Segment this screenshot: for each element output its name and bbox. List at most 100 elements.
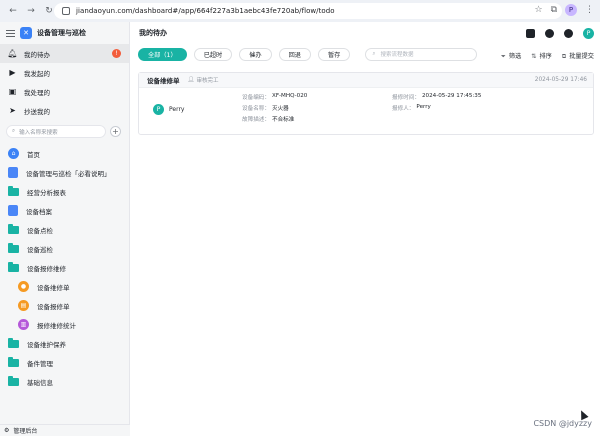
field-value: 2024-05-29 17:45:35 [421, 93, 482, 99]
sidebar-item-basic-info[interactable]: 基础信息 [0, 372, 129, 391]
flow-search-input[interactable]: ⌕ 搜索流程数据 [365, 47, 478, 61]
admin-console-label: 管理后台 [13, 428, 38, 435]
sidebar-item-repair[interactable]: 设备报修维修 [0, 258, 129, 277]
field-key: 报修人： [392, 106, 415, 112]
user-avatar[interactable]: P [583, 28, 594, 39]
sidebar-item-my-todo[interactable]: 🔔︎ 我的待办 ! [0, 44, 129, 63]
tab-all[interactable]: 全部（1） [138, 47, 187, 61]
add-icon[interactable]: + [110, 126, 121, 137]
sidebar-search-row: ⌕ 输入名称来搜索 + [6, 125, 121, 138]
avatar: P [153, 104, 164, 115]
batch-submit-button[interactable]: ⧉ 批量提交 [562, 51, 594, 61]
sort-icon: ⇅ [531, 53, 537, 60]
todo-card[interactable]: 设备维修单 👤︎ 审核完工 2024-05-29 17:46 P Perry 设… [138, 72, 594, 135]
site-info-icon[interactable] [62, 7, 70, 15]
sidebar: ✕ 设备管理与巡检 🔔︎ 我的待办 ! ▶ 我发起的 ▣ 我处理的 ➤ 抄送我的… [0, 22, 130, 436]
folder-icon [8, 242, 19, 253]
sidebar-item-repair-stats[interactable]: ▥ 报修维修统计 [0, 315, 129, 334]
sidebar-item-label: 报修维修统计 [37, 321, 76, 330]
admin-console-link[interactable]: ⚙ 管理后台 [0, 424, 130, 436]
forward-icon[interactable]: → [26, 6, 36, 16]
sidebar-item-inspection[interactable]: 设备巡检 [0, 239, 129, 258]
sidebar-item-label: 我发起的 [24, 69, 50, 78]
extensions-icon[interactable]: ⧉ [551, 5, 557, 15]
address-bar[interactable]: jiandaoyun.com/dashboard#/app/664f227a3b… [54, 3, 562, 19]
browser-actions: ☆ ⧉ P ⋮ [534, 4, 594, 16]
sidebar-item-repair-order[interactable]: ● 设备维修单 [0, 277, 129, 296]
sort-button[interactable]: ⇅ 排序 [531, 51, 552, 61]
batch-icon: ⧉ [561, 53, 567, 60]
field-fault-desc: 故障描述： 不合标准 [242, 115, 392, 123]
sidebar-search-input[interactable]: ⌕ 输入名称来搜索 [6, 125, 106, 138]
toolbar-actions: ⏷ 筛选 ⇅ 排序 ⧉ 批量提交 [501, 51, 594, 61]
todo-card-header: 设备维修单 👤︎ 审核完工 2024-05-29 17:46 [139, 73, 593, 88]
sidebar-item-reports[interactable]: 经营分析报表 [0, 182, 129, 201]
field-key: 故障描述： [242, 117, 270, 123]
star-icon[interactable]: ☆ [534, 5, 542, 15]
back-icon[interactable]: ← [8, 6, 18, 16]
clipboard-circle-icon: ▤ [18, 300, 29, 311]
app-title: 设备管理与巡检 [37, 29, 86, 37]
user-circle-icon: ● [18, 281, 29, 292]
sidebar-item-label: 抄送我的 [24, 107, 50, 116]
sidebar-item-processed[interactable]: ▣ 我处理的 [0, 82, 129, 101]
sidebar-item-label: 设备管理与巡检「必看说明」 [26, 169, 111, 178]
sidebar-item-guide[interactable]: 设备管理与巡检「必看说明」 [0, 163, 129, 182]
folder-icon [8, 185, 19, 196]
browser-toolbar: ← → ↻ jiandaoyun.com/dashboard#/app/664f… [0, 0, 600, 22]
todo-card-node: 👤︎ 审核完工 [188, 76, 219, 84]
filter-label: 筛选 [508, 53, 522, 60]
sidebar-item-label: 设备档案 [26, 207, 52, 216]
field-value: 不合标准 [271, 117, 295, 123]
sidebar-item-spare-parts[interactable]: 备件管理 [0, 353, 129, 372]
field-key: 设备名称： [242, 106, 270, 112]
tab-draft[interactable]: 暂存 [318, 47, 351, 61]
todo-card-node-label: 审核完工 [196, 78, 219, 84]
tab-returned[interactable]: 回退 [278, 47, 311, 61]
todo-card-body: P Perry 设备编码： XF-MHQ-020 报修时间： 2024-05-29 … [139, 88, 593, 135]
folder-icon [8, 337, 19, 348]
tab-overdue[interactable]: 已超时 [193, 47, 233, 61]
bell-icon: 🔔︎ [7, 49, 18, 58]
sidebar-item-label: 设备报修维修 [27, 264, 66, 273]
url-text[interactable]: jiandaoyun.com/dashboard#/app/664f227a3b… [76, 7, 335, 15]
hamburger-icon[interactable] [6, 29, 15, 37]
alert-badge: ! [112, 49, 121, 58]
folder-icon [8, 261, 19, 272]
sidebar-search-placeholder: 输入名称来搜索 [19, 129, 58, 136]
tab-urged[interactable]: 催办 [239, 47, 272, 61]
sidebar-item-initiated[interactable]: ▶ 我发起的 [0, 63, 129, 82]
help-icon[interactable] [564, 29, 573, 38]
sidebar-item-label: 首页 [27, 150, 40, 159]
search-icon: ⌕ [372, 50, 376, 57]
sidebar-item-maintenance[interactable]: 设备维护保养 [0, 334, 129, 353]
sidebar-item-cc[interactable]: ➤ 抄送我的 [0, 101, 129, 120]
filter-button[interactable]: ⏷ 筛选 [501, 51, 521, 61]
sidebar-item-label: 经营分析报表 [27, 188, 66, 197]
owner-name: Perry [169, 106, 185, 113]
header-actions: P [526, 28, 594, 39]
filter-icon: ⏷ [500, 53, 506, 60]
field-key: 设备编码： [242, 95, 270, 101]
sidebar-item-label: 备件管理 [27, 359, 53, 368]
play-icon: ▶ [9, 68, 16, 77]
app-header: ✕ 设备管理与巡检 [0, 22, 129, 44]
book-icon[interactable] [526, 29, 535, 38]
sidebar-item-spot-check[interactable]: 设备点检 [0, 220, 129, 239]
field-key: 报修时间： [392, 95, 420, 101]
search-icon: ⌕ [12, 128, 16, 134]
sidebar-item-repair-request[interactable]: ▤ 设备报修单 [0, 296, 129, 315]
folder-icon [8, 223, 19, 234]
sidebar-item-label: 设备维护保养 [27, 340, 66, 349]
sidebar-item-label: 我的待办 [24, 50, 50, 59]
sidebar-item-archive[interactable]: 设备档案 [0, 201, 129, 220]
reload-icon[interactable]: ↻ [44, 6, 54, 16]
sort-label: 排序 [539, 53, 552, 60]
flow-search-placeholder: 搜索流程数据 [380, 52, 414, 58]
browser-nav: ← → ↻ [0, 6, 54, 16]
profile-avatar[interactable]: P [565, 4, 577, 16]
notification-icon[interactable] [545, 29, 554, 38]
menu-icon[interactable]: ⋮ [585, 5, 594, 15]
send-icon: ➤ [9, 106, 16, 115]
sidebar-item-home[interactable]: ⌂ 首页 [0, 144, 129, 163]
